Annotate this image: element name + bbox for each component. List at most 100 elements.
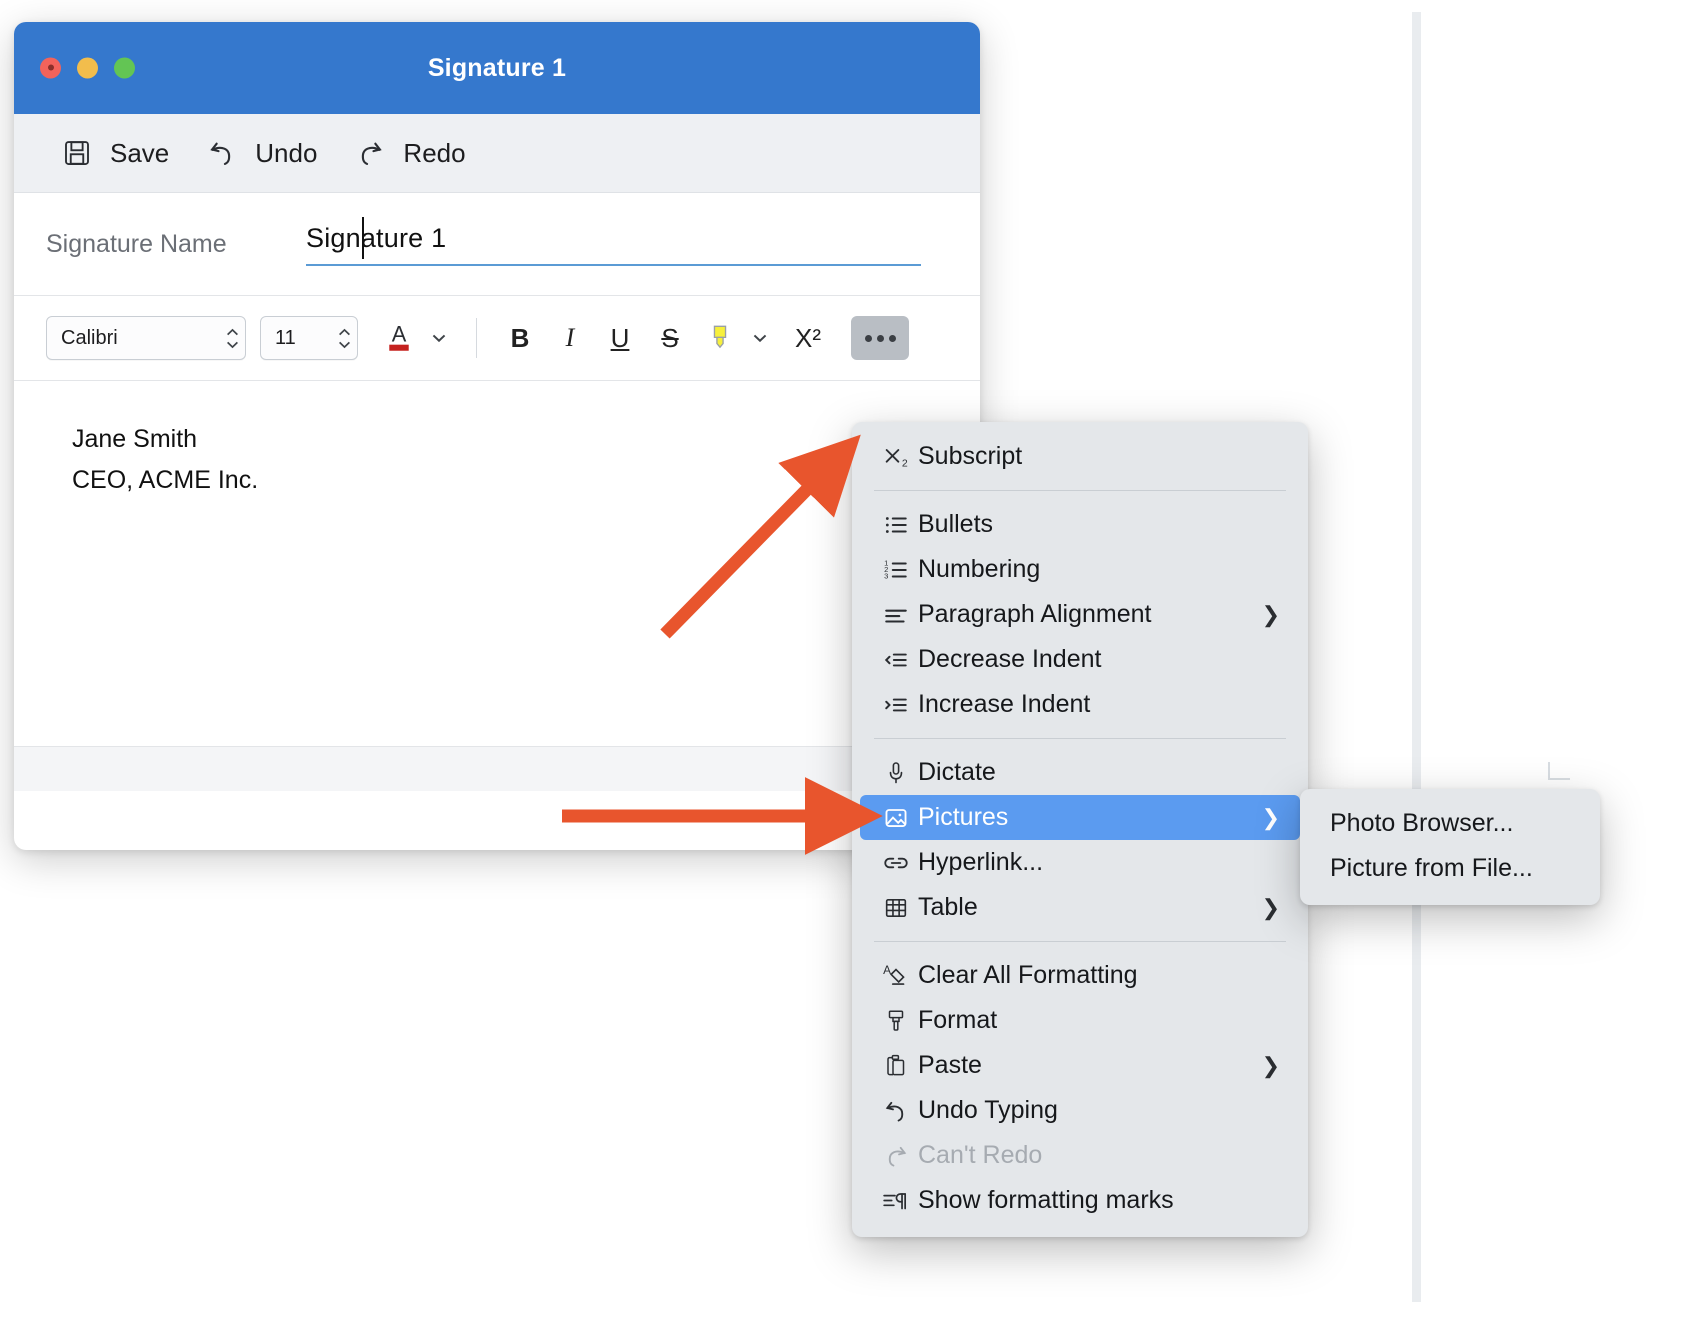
menu-item-undo-typing[interactable]: Undo Typing — [860, 1088, 1300, 1133]
undo-arrow-icon — [205, 136, 239, 170]
submenu-item-label: Picture from File... — [1330, 854, 1576, 883]
menu-item-label: Dictate — [918, 758, 1284, 787]
signature-name-input[interactable]: Signature 1 — [306, 223, 921, 266]
chevron-updown-icon[interactable] — [226, 328, 239, 349]
menu-item-label: Decrease Indent — [918, 645, 1284, 674]
menu-item-label: Bullets — [918, 510, 1284, 539]
minimize-icon[interactable] — [77, 58, 98, 79]
menu-item-label: Clear All Formatting — [918, 961, 1284, 990]
menu-item-table[interactable]: Table ❯ — [860, 885, 1300, 930]
superscript-label: X² — [795, 323, 821, 354]
menu-item-clear-all-formatting[interactable]: A Clear All Formatting — [860, 953, 1300, 998]
window-title: Signature 1 — [428, 54, 566, 83]
submenu-item-picture-from-file[interactable]: Picture from File... — [1308, 846, 1592, 891]
chevron-updown-icon[interactable] — [338, 328, 351, 349]
text-caret — [362, 217, 364, 259]
ellipsis-dot-icon — [865, 335, 872, 342]
format-brush-icon — [874, 1008, 918, 1034]
menu-item-dictate[interactable]: Dictate — [860, 750, 1300, 795]
svg-text:A: A — [392, 322, 407, 347]
menu-item-paste[interactable]: Paste ❯ — [860, 1043, 1300, 1088]
menu-item-bullets[interactable]: Bullets — [860, 502, 1300, 547]
formatting-toolbar: Calibri 11 A — [14, 296, 980, 381]
menu-item-label: Hyperlink... — [918, 848, 1284, 877]
more-options-button[interactable] — [851, 316, 909, 360]
chevron-right-icon: ❯ — [1262, 805, 1284, 831]
highlight-dropdown-chevron-icon[interactable] — [747, 316, 773, 360]
zoom-icon[interactable] — [114, 58, 135, 79]
font-color-button[interactable]: A — [376, 316, 422, 360]
svg-text:A: A — [883, 962, 891, 976]
menu-item-numbering[interactable]: 1 2 3 Numbering — [860, 547, 1300, 592]
menu-item-cant-redo: Can't Redo — [860, 1133, 1300, 1178]
bullets-icon — [874, 512, 918, 538]
superscript-button[interactable]: X² — [785, 316, 831, 360]
pictures-submenu: Photo Browser... Picture from File... — [1300, 789, 1600, 905]
menu-item-label: Increase Indent — [918, 690, 1284, 719]
redo-label: Redo — [403, 138, 465, 169]
menu-item-pictures[interactable]: Pictures ❯ — [860, 795, 1300, 840]
redo-button[interactable]: Redo — [347, 130, 495, 176]
font-family-select[interactable]: Calibri — [46, 316, 246, 360]
page-corner-marker — [1548, 762, 1570, 780]
more-options-context-menu: 2 Subscript Bullets 1 2 — [852, 422, 1308, 1237]
clipboard-icon — [874, 1053, 918, 1079]
signature-name-value: Signature 1 — [306, 223, 446, 253]
italic-button[interactable]: I — [547, 316, 593, 360]
svg-text:3: 3 — [884, 571, 888, 580]
chevron-right-icon: ❯ — [1262, 602, 1284, 628]
signature-name-label: Signature Name — [46, 230, 306, 259]
signature-editor-window: Signature 1 Save — [14, 22, 980, 850]
undo-label: Undo — [255, 138, 317, 169]
increase-indent-icon — [874, 692, 918, 718]
menu-item-increase-indent[interactable]: Increase Indent — [860, 682, 1300, 727]
decrease-indent-icon — [874, 647, 918, 673]
bold-button[interactable]: B — [497, 316, 543, 360]
highlight-button[interactable] — [697, 316, 743, 360]
menu-item-label: Numbering — [918, 555, 1284, 584]
signature-body-editor[interactable]: Jane Smith CEO, ACME Inc. — [14, 381, 980, 791]
menu-separator — [874, 490, 1286, 491]
page-guide-line — [1412, 12, 1421, 1302]
menu-item-format[interactable]: Format — [860, 998, 1300, 1043]
menu-item-paragraph-alignment[interactable]: Paragraph Alignment ❯ — [860, 592, 1300, 637]
signature-body-line-2: CEO, ACME Inc. — [72, 460, 980, 501]
menu-item-hyperlink[interactable]: Hyperlink... — [860, 840, 1300, 885]
signature-body-line-1: Jane Smith — [72, 419, 980, 460]
menu-item-subscript[interactable]: 2 Subscript — [860, 434, 1300, 479]
save-button[interactable]: Save — [54, 130, 199, 176]
redo-icon — [874, 1142, 918, 1170]
submenu-item-photo-browser[interactable]: Photo Browser... — [1308, 801, 1592, 846]
undo-button[interactable]: Undo — [199, 130, 347, 176]
traffic-lights[interactable] — [40, 58, 135, 79]
close-icon[interactable] — [40, 58, 61, 79]
font-size-select[interactable]: 11 — [260, 316, 358, 360]
strikethrough-button[interactable]: S — [647, 316, 693, 360]
ellipsis-dot-icon — [877, 335, 884, 342]
microphone-icon — [874, 760, 918, 786]
window-titlebar: Signature 1 — [14, 22, 980, 114]
menu-item-label: Undo Typing — [918, 1096, 1284, 1125]
menu-item-label: Paste — [918, 1051, 1262, 1080]
font-color-dropdown-chevron-icon[interactable] — [426, 316, 452, 360]
font-size-value: 11 — [275, 327, 296, 350]
undo-icon — [874, 1097, 918, 1125]
menu-separator — [874, 738, 1286, 739]
italic-label: I — [566, 323, 575, 353]
menu-item-decrease-indent[interactable]: Decrease Indent — [860, 637, 1300, 682]
menu-item-show-formatting-marks[interactable]: Show formatting marks — [860, 1178, 1300, 1223]
menu-item-label: Table — [918, 893, 1262, 922]
window-statusbar — [14, 746, 980, 791]
font-family-value: Calibri — [61, 327, 118, 350]
submenu-item-label: Photo Browser... — [1330, 809, 1576, 838]
menu-item-label: Pictures — [918, 803, 1262, 832]
save-label: Save — [110, 138, 169, 169]
clear-formatting-icon: A — [874, 962, 918, 990]
menu-item-label: Format — [918, 1006, 1284, 1035]
underline-button[interactable]: U — [597, 316, 643, 360]
menu-item-label: Show formatting marks — [918, 1186, 1284, 1215]
picture-icon — [874, 805, 918, 831]
chevron-right-icon: ❯ — [1262, 895, 1284, 921]
svg-text:2: 2 — [902, 457, 908, 469]
menu-item-label: Subscript — [918, 442, 1284, 471]
